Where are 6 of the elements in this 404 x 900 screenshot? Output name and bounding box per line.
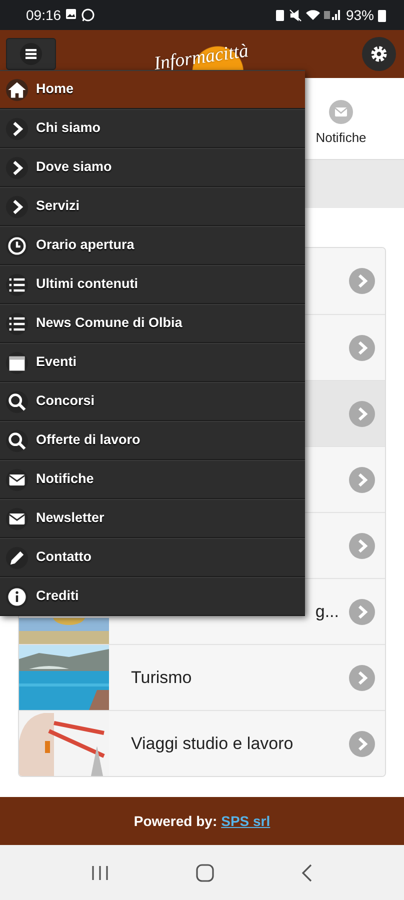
footer-label: Powered by: — [134, 812, 218, 831]
item-title: Turismo — [131, 666, 192, 689]
battery-level: 93% — [346, 6, 374, 24]
item-title: Viaggi studio e lavoro — [131, 732, 294, 755]
item-title: g... — [315, 600, 339, 623]
clock-time: 09:16 — [26, 6, 62, 24]
